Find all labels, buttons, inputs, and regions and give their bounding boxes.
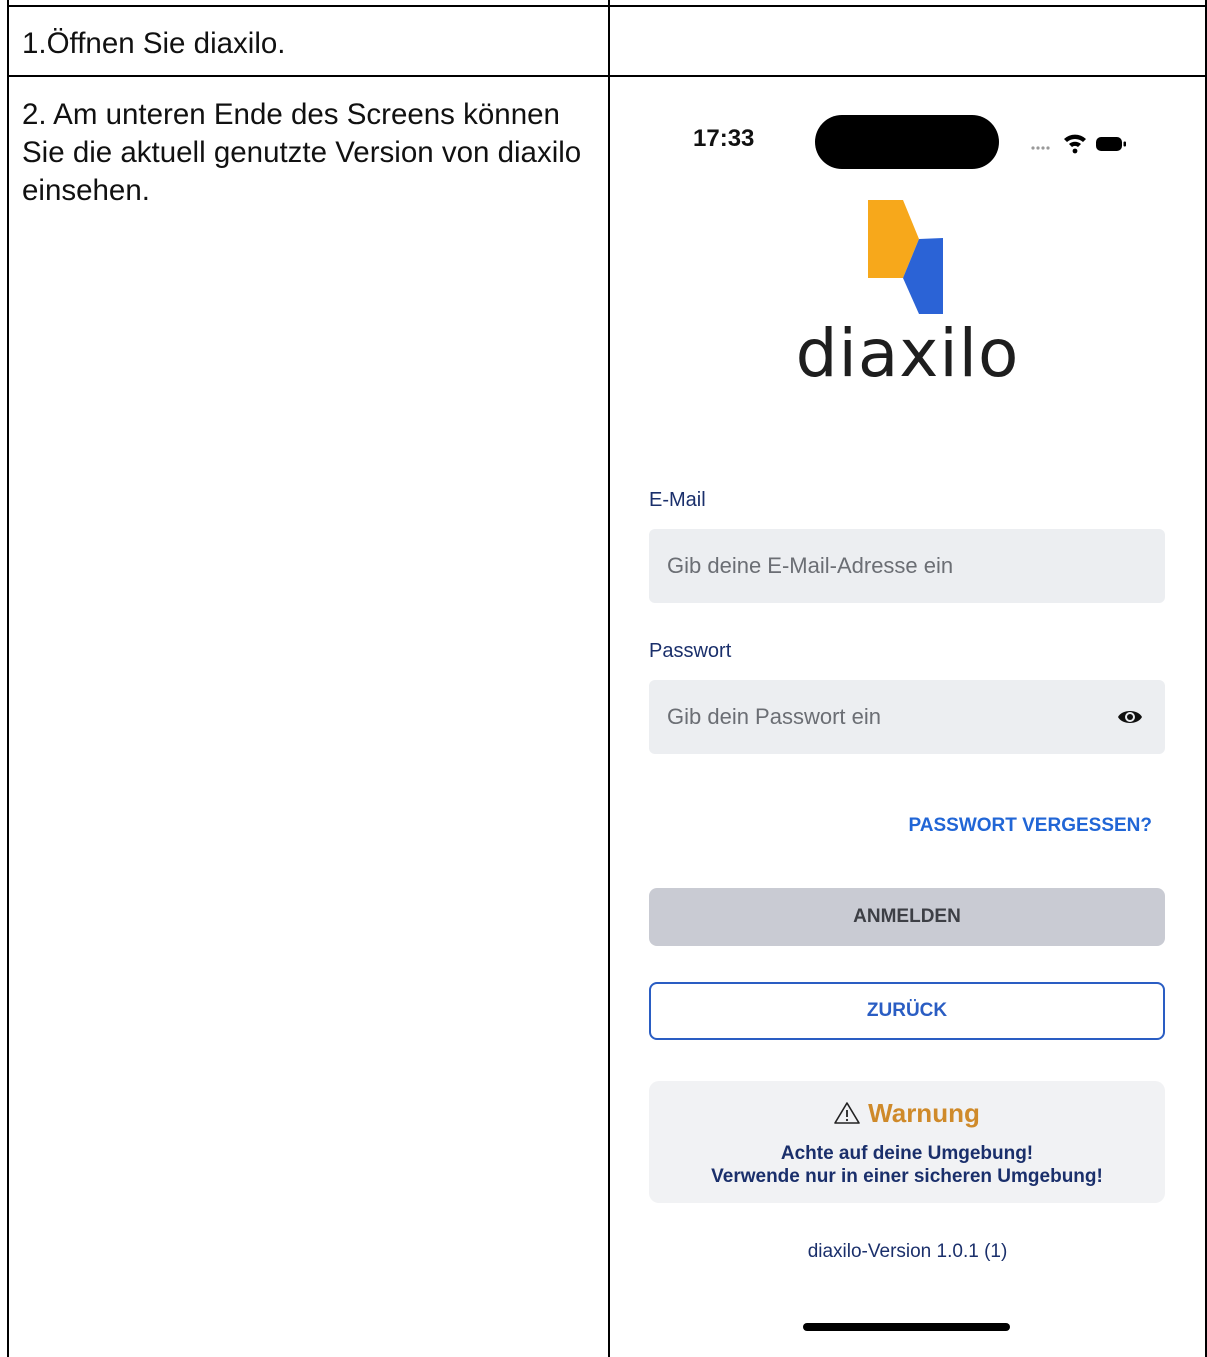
battery-icon: [1096, 137, 1126, 151]
table-border-top: [7, 5, 1207, 7]
email-placeholder: Gib deine E-Mail-Adresse ein: [667, 553, 954, 578]
warning-line-1: Achte auf deine Umgebung!: [780, 1143, 1034, 1164]
wifi-icon: [1064, 134, 1086, 154]
table-border-left: [7, 0, 9, 1357]
warning-triangle-icon: [834, 1102, 860, 1124]
diaxilo-logo-icon: [868, 200, 943, 314]
dynamic-island: [815, 115, 999, 169]
status-icons: [1031, 134, 1126, 154]
version-text: diaxilo-Version 1.0.1 (1): [807, 1241, 1008, 1262]
password-placeholder: Gib dein Passwort ein: [667, 704, 881, 729]
status-time: 17:33: [693, 125, 755, 152]
step-2-text: 2. Am unteren Ende des Screens können Si…: [22, 98, 582, 207]
forgot-password-link[interactable]: PASSWORT VERGESSEN?: [908, 815, 1152, 837]
phone-screenshot: 17:33 diaxilo E-Mail Gib deine E-Mail-Ad…: [610, 77, 1205, 1357]
eye-icon[interactable]: [1117, 707, 1143, 727]
login-button[interactable]: ANMELDEN: [649, 888, 1165, 946]
email-field[interactable]: Gib deine E-Mail-Adresse ein: [649, 529, 1165, 603]
warning-line-2: Verwende nur in einer sicheren Umgebung!: [711, 1166, 1103, 1187]
step-1-text: 1.Öffnen Sie diaxilo.: [22, 27, 286, 60]
signal-dots-icon: [1031, 146, 1050, 150]
password-label: Passwort: [649, 640, 732, 662]
warning-title: Warnung: [649, 1098, 1165, 1129]
back-button[interactable]: ZURÜCK: [649, 982, 1165, 1040]
email-label: E-Mail: [649, 489, 706, 511]
warning-title-text: Warnung: [868, 1098, 980, 1128]
warning-box: Warnung Achte auf deine Umgebung! Verwen…: [649, 1081, 1165, 1203]
password-field[interactable]: Gib dein Passwort ein: [649, 680, 1165, 754]
brand-name: diaxilo: [795, 315, 1020, 392]
home-indicator: [803, 1323, 1010, 1331]
